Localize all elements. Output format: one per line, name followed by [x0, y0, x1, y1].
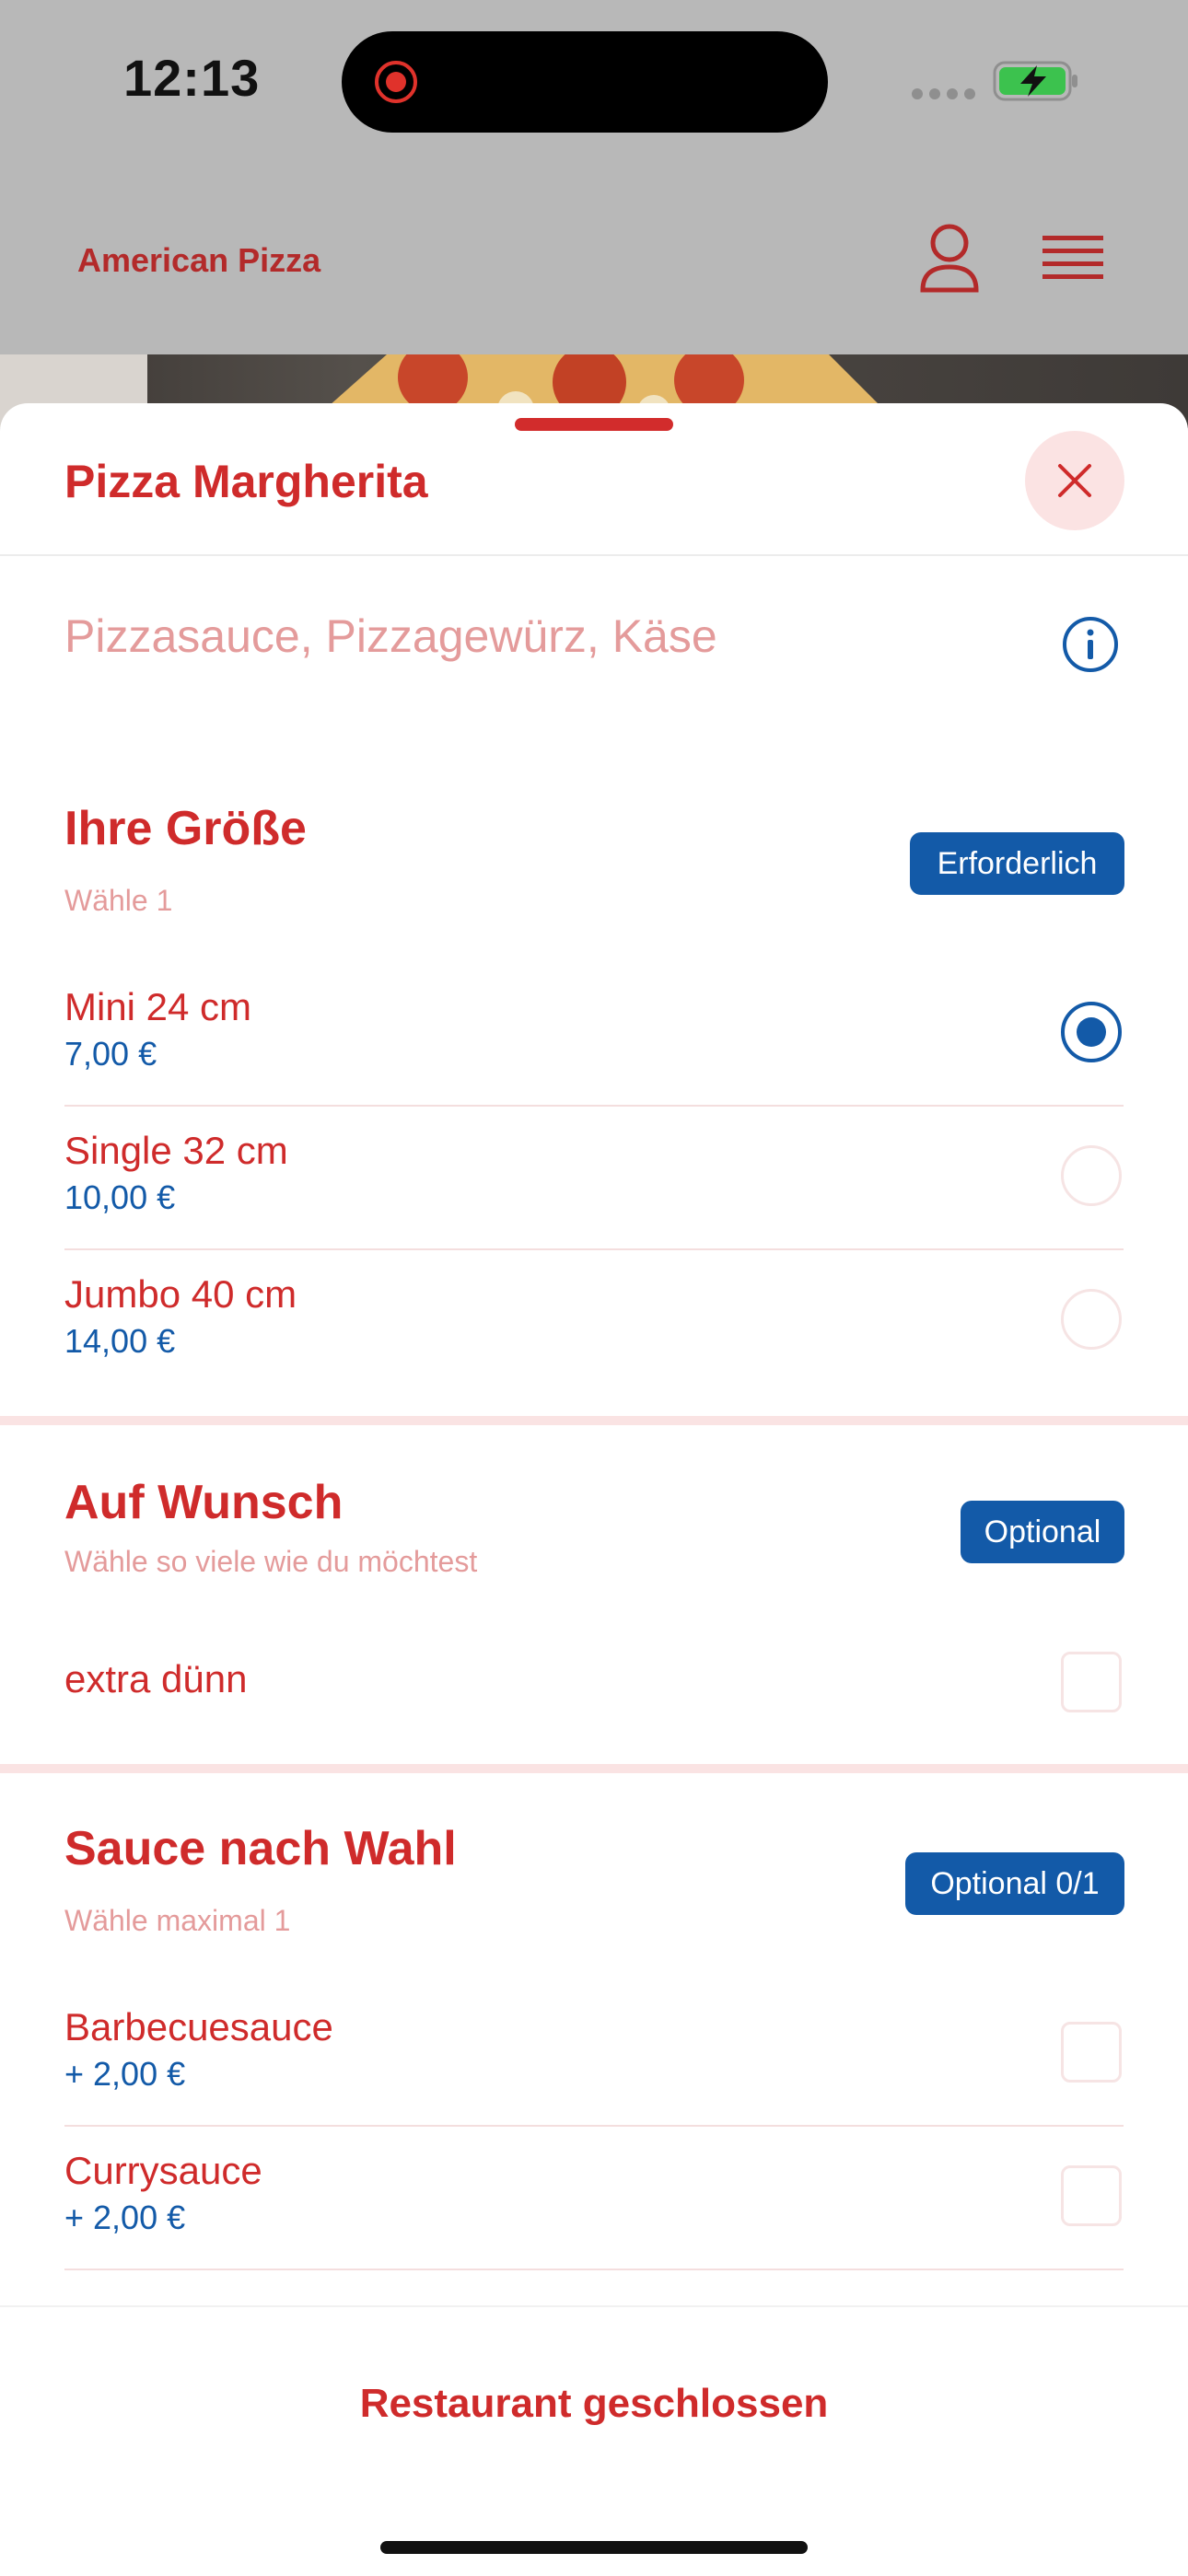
product-title: Pizza Margherita	[64, 456, 428, 507]
close-button[interactable]	[1025, 431, 1124, 530]
app-header: 12:13 American Pizza	[0, 0, 1188, 354]
size-group-title: Ihre Größe	[64, 802, 307, 855]
extras-group-subtitle: Wähle so viele wie du möchtest	[64, 1545, 478, 1578]
header-divider	[0, 554, 1188, 556]
sauce-group-subtitle: Wähle maximal 1	[64, 1904, 291, 1937]
user-account-icon[interactable]	[917, 221, 982, 295]
footer-bar: Restaurant geschlossen	[0, 2305, 1188, 2576]
close-icon	[1058, 464, 1091, 497]
section-separator	[0, 1416, 1188, 1425]
app-title: American Pizza	[77, 241, 321, 279]
radio-unselected[interactable]	[1061, 1145, 1122, 1206]
option-label: Mini 24 cm	[64, 985, 252, 1028]
row-divider	[64, 1248, 1124, 1250]
option-label: Jumbo 40 cm	[64, 1272, 297, 1316]
extras-group-title: Auf Wunsch	[64, 1476, 344, 1529]
option-price: + 2,00 €	[64, 2199, 186, 2236]
status-time: 12:13	[123, 49, 261, 107]
info-icon[interactable]	[1061, 615, 1120, 674]
recording-icon	[375, 61, 417, 103]
option-price: + 2,00 €	[64, 2055, 186, 2093]
option-price: 10,00 €	[64, 1178, 176, 1216]
radio-selected[interactable]	[1061, 1002, 1122, 1062]
checkbox-unchecked[interactable]	[1061, 2165, 1122, 2226]
sauce-group-title: Sauce nach Wahl	[64, 1822, 457, 1875]
option-label: extra dünn	[64, 1657, 248, 1700]
optional-count-badge: Optional 0/1	[905, 1852, 1124, 1915]
option-label: Barbecuesauce	[64, 2005, 333, 2048]
radio-unselected[interactable]	[1061, 1289, 1122, 1350]
row-divider	[64, 1105, 1124, 1107]
row-divider	[64, 2269, 1124, 2270]
option-price: 14,00 €	[64, 1322, 176, 1360]
product-description: Pizzasauce, Pizzagewürz, Käse	[64, 610, 717, 662]
sheet-grabber[interactable]	[515, 418, 673, 431]
home-indicator[interactable]	[380, 2541, 808, 2554]
section-separator	[0, 1764, 1188, 1773]
option-label: Single 32 cm	[64, 1129, 288, 1172]
checkbox-unchecked[interactable]	[1061, 1652, 1122, 1712]
optional-badge: Optional	[961, 1501, 1124, 1563]
product-options-sheet: Pizza Margherita Pizzasauce, Pizzagewürz…	[0, 403, 1188, 2574]
dynamic-island	[342, 31, 828, 133]
battery-charging-icon	[993, 61, 1077, 101]
option-label: Currysauce	[64, 2149, 262, 2192]
cellular-signal-icon	[912, 87, 982, 104]
hamburger-menu-icon[interactable]	[1042, 230, 1103, 287]
row-divider	[64, 2125, 1124, 2127]
option-price: 7,00 €	[64, 1035, 157, 1073]
checkbox-unchecked[interactable]	[1061, 2022, 1122, 2083]
size-group-subtitle: Wähle 1	[64, 884, 173, 917]
restaurant-status: Restaurant geschlossen	[359, 2381, 829, 2426]
required-badge: Erforderlich	[910, 832, 1124, 895]
